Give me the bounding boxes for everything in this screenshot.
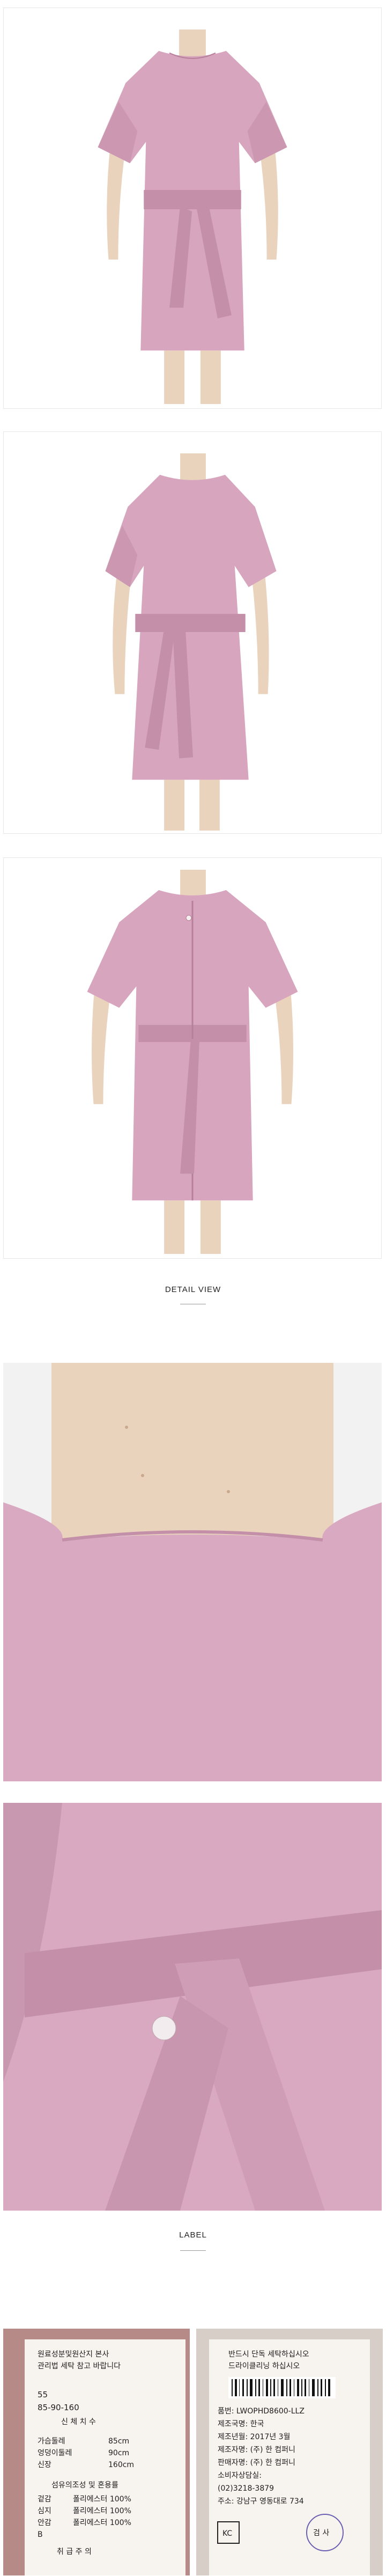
dress-front-illustration bbox=[4, 8, 381, 408]
neckline-closeup-illustration bbox=[3, 1363, 382, 1781]
product-photo-side bbox=[3, 431, 382, 834]
product-photo-front bbox=[3, 8, 382, 409]
label-right-line-1: 반드시 단독 세탁하십시오 bbox=[228, 2350, 309, 2359]
label-right-phone: (02)3218-3879 bbox=[218, 2484, 274, 2493]
inspection-badge: 검 사 bbox=[313, 2529, 329, 2537]
label-left-outer: 겉감 bbox=[38, 2495, 51, 2504]
label-left-grade: B bbox=[38, 2530, 43, 2539]
dress-side-illustration bbox=[4, 432, 381, 833]
label-left-lining-val: 폴리에스터 100% bbox=[73, 2519, 131, 2527]
label-left-size: 55 bbox=[38, 2390, 48, 2399]
label-left-outer-val: 폴리에스터 100% bbox=[73, 2495, 131, 2504]
product-photo-back bbox=[3, 857, 382, 1259]
label-left-height: 신장 bbox=[38, 2461, 51, 2469]
label-left-chest-val: 85cm bbox=[108, 2437, 129, 2446]
label-right-country: 제조국명: 한국 bbox=[218, 2420, 264, 2428]
label-right-line-2: 드라이클리닝 하십시오 bbox=[228, 2362, 300, 2370]
label-right-address: 주소: 강남구 영동대로 734 bbox=[218, 2497, 304, 2506]
detail-view-title: DETAIL VIEW bbox=[165, 1285, 221, 1294]
label-right-seller: 판매자명: (주) 한 컴퍼니 bbox=[218, 2458, 295, 2467]
care-label-right: 반드시 단독 세탁하십시오 드라이클리닝 하십시오 품번: LWOPHD8600… bbox=[196, 2329, 383, 2575]
label-left-care: 취 급 주 의 bbox=[57, 2548, 92, 2556]
svg-text:KC: KC bbox=[222, 2529, 232, 2538]
label-left-body-size: 신 체 치 수 bbox=[61, 2418, 96, 2426]
closeup-neckline-photo bbox=[3, 1363, 382, 1781]
closeup-belt-photo bbox=[3, 1803, 382, 2211]
barcode bbox=[228, 2377, 336, 2398]
label-left-line-2: 관리법 세탁 참고 바랍니다 bbox=[38, 2362, 121, 2370]
label-left-line-1: 원료성분및원산지 본사 bbox=[38, 2350, 109, 2359]
label-photo-left: 원료성분및원산지 본사 관리법 세탁 참고 바랍니다 55 85-90-160 … bbox=[3, 2329, 190, 2575]
label-left-hip: 엉덩이둘레 bbox=[38, 2449, 72, 2457]
label-right-style-no: 품번: LWOPHD8600-LLZ bbox=[218, 2407, 305, 2416]
label-right-date: 제조년월: 2017년 3월 bbox=[218, 2433, 290, 2441]
label-left-measure: 85-90-160 bbox=[38, 2403, 79, 2412]
label-right-cs: 소비자상담실: bbox=[218, 2471, 262, 2480]
label-right-maker: 제조자명: (주) 한 컴퍼니 bbox=[218, 2446, 295, 2454]
belt-closeup-illustration bbox=[3, 1803, 382, 2211]
label-divider bbox=[180, 2250, 206, 2251]
label-left-lining: 안감 bbox=[38, 2519, 51, 2527]
dress-back-illustration bbox=[4, 858, 381, 1258]
label-photo-right: 반드시 단독 세탁하십시오 드라이클리닝 하십시오 품번: LWOPHD8600… bbox=[196, 2329, 383, 2575]
label-left-chest: 가슴둘레 bbox=[38, 2437, 65, 2446]
care-label-left: 원료성분및원산지 본사 관리법 세탁 참고 바랍니다 55 85-90-160 … bbox=[3, 2329, 190, 2575]
label-left-fiber: 섬유의조성 및 혼용률 bbox=[51, 2481, 118, 2490]
label-left-interlining-val: 폴리에스터 100% bbox=[73, 2507, 131, 2515]
label-left-hip-val: 90cm bbox=[108, 2449, 129, 2457]
label-section-title: LABEL bbox=[179, 2230, 207, 2240]
label-left-interlining: 심지 bbox=[38, 2507, 51, 2515]
label-left-height-val: 160cm bbox=[108, 2461, 134, 2469]
